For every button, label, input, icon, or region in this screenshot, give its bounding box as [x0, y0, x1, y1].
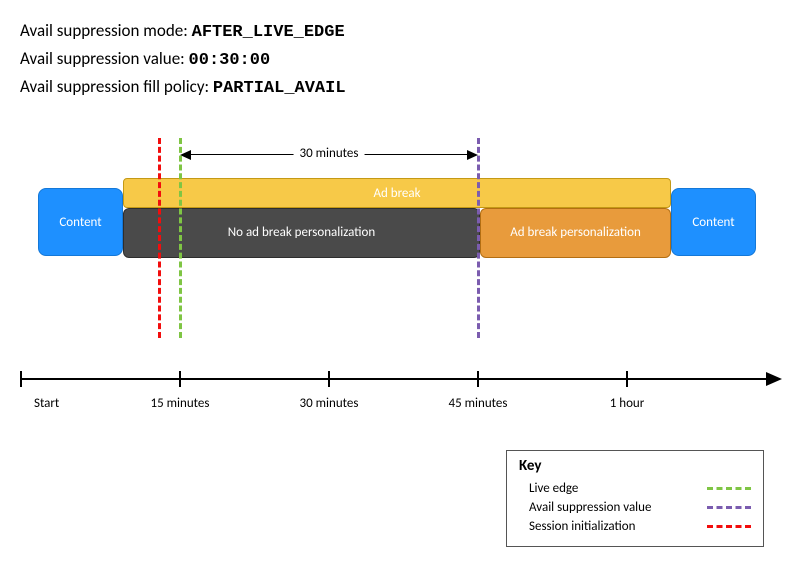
- config-mode-label: Avail suppression mode:: [20, 20, 192, 41]
- content-box-right: Content: [671, 188, 756, 256]
- config-policy-value: PARTIAL_AVAIL: [213, 79, 346, 98]
- personalization-box: Ad break personalization: [480, 208, 671, 258]
- time-axis: [20, 378, 768, 380]
- legend-row-2: Session initialization: [519, 517, 751, 536]
- session-init-line: [158, 138, 161, 338]
- config-policy-label: Avail suppression fill policy:: [20, 76, 213, 97]
- axis-label-3: 1 hour: [610, 396, 645, 411]
- config-section: Avail suppression mode: AFTER_LIVE_EDGE …: [20, 20, 783, 98]
- config-value-value: 00:30:00: [189, 51, 271, 70]
- axis-label-2: 45 minutes: [449, 396, 508, 411]
- legend-title: Key: [519, 457, 751, 475]
- legend-label-0: Live edge: [529, 481, 578, 496]
- axis-tick-2: [477, 371, 479, 387]
- legend-box: Key Live edge Avail suppression value Se…: [506, 450, 764, 547]
- axis-tick-0: [179, 371, 181, 387]
- axis-tick-1: [328, 371, 330, 387]
- axis-label-start: Start: [34, 396, 59, 411]
- axis-label-0: 15 minutes: [151, 396, 210, 411]
- config-policy: Avail suppression fill policy: PARTIAL_A…: [20, 76, 783, 98]
- content-box-left: Content: [38, 188, 123, 256]
- config-value-label: Avail suppression value:: [20, 48, 189, 69]
- live-edge-line: [179, 138, 182, 338]
- legend-row-1: Avail suppression value: [519, 498, 751, 517]
- config-mode: Avail suppression mode: AFTER_LIVE_EDGE: [20, 20, 783, 42]
- no-personalization-box: No ad break personalization: [123, 208, 480, 258]
- legend-label-2: Session initialization: [529, 519, 635, 534]
- axis-tick-start: [20, 371, 22, 387]
- axis-label-1: 30 minutes: [300, 396, 359, 411]
- span-label: 30 minutes: [294, 146, 365, 161]
- legend-swatch-2: [707, 525, 751, 528]
- timeline-diagram: 30 minutes Content Ad break No ad break …: [20, 148, 783, 428]
- axis-arrowhead: [766, 372, 782, 386]
- suppression-value-line: [477, 138, 480, 338]
- legend-swatch-1: [707, 506, 751, 509]
- config-mode-value: AFTER_LIVE_EDGE: [192, 23, 345, 42]
- config-value: Avail suppression value: 00:30:00: [20, 48, 783, 70]
- legend-label-1: Avail suppression value: [529, 500, 651, 515]
- legend-swatch-0: [707, 487, 751, 490]
- axis-tick-3: [626, 371, 628, 387]
- legend-row-0: Live edge: [519, 479, 751, 498]
- ad-break-box: Ad break: [123, 178, 671, 208]
